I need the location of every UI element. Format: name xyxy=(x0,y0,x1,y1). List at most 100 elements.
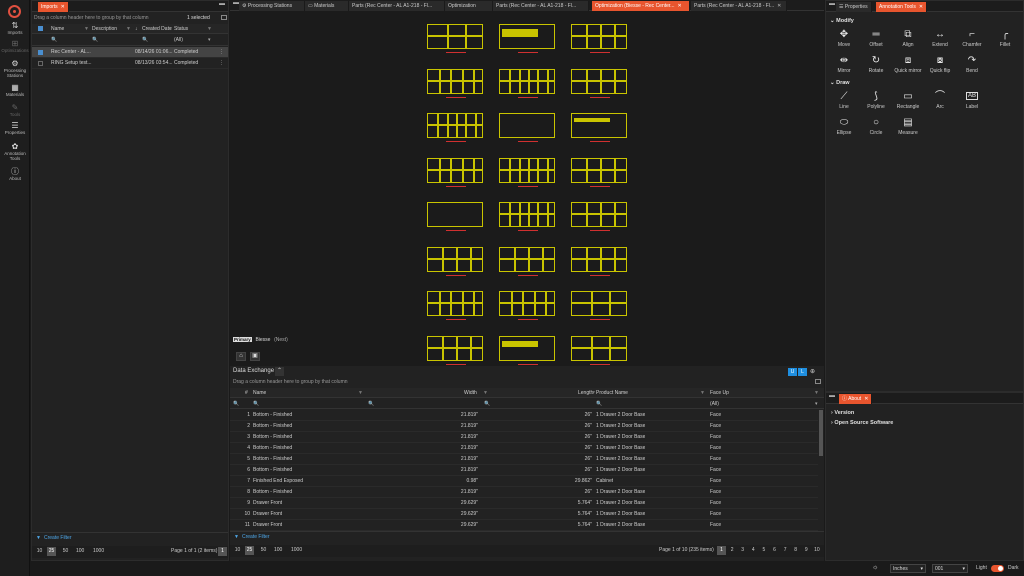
nest-sheet[interactable] xyxy=(427,113,483,142)
tab-materials[interactable]: ▭ Materials xyxy=(305,1,349,11)
table-row[interactable]: RING Setup test... 08/13/26 03:54... Com… xyxy=(32,58,228,69)
face-up-filter[interactable]: (All) xyxy=(710,399,719,409)
rail-optimizations[interactable]: ⊞ Optimizations xyxy=(0,40,30,54)
page-size-50[interactable]: 50 xyxy=(61,547,70,556)
minimize-icon[interactable]: ▬ xyxy=(219,1,225,7)
page-size-10[interactable]: 10 xyxy=(233,546,242,555)
nest-sheet[interactable] xyxy=(571,24,627,53)
tool-align[interactable]: ⧉ Align xyxy=(890,29,926,48)
rail-properties[interactable]: ☰ Properties xyxy=(0,122,30,136)
col-index[interactable]: # xyxy=(245,388,248,398)
draw-section[interactable]: ⌄ Draw xyxy=(830,80,850,86)
page-4[interactable]: 4 xyxy=(749,546,758,555)
rail-imports[interactable]: ⇅ Imports xyxy=(0,22,30,36)
nest-sheet[interactable] xyxy=(427,24,483,53)
column-chooser-icon[interactable] xyxy=(815,379,821,384)
page-size-25[interactable]: 25 xyxy=(47,547,56,556)
tool-rotate[interactable]: ↻ Rotate xyxy=(858,55,894,74)
home-icon[interactable]: ⌂ xyxy=(236,352,246,361)
nest-sheet[interactable] xyxy=(499,335,555,365)
col-description[interactable]: Description xyxy=(92,24,117,34)
imports-create-filter[interactable]: ▼ Create Filter xyxy=(32,532,228,543)
nest-sheet[interactable] xyxy=(571,246,627,276)
filter-icon[interactable]: ▼ xyxy=(207,24,212,34)
tab-annotation-tools[interactable]: Annotation Tools ✕ xyxy=(876,2,928,12)
table-row[interactable]: 2 Bottom - Finished 21.819" 26" 1 Drawer 2 D… xyxy=(230,421,818,432)
filter-icon[interactable]: ▼ xyxy=(358,388,363,398)
tool-extend[interactable]: ↔ Extend xyxy=(922,29,958,48)
nest-sheet[interactable] xyxy=(571,202,627,231)
table-row[interactable]: Rec Center - AL... 08/14/26 01:06... Com… xyxy=(32,47,228,58)
nest-sheet[interactable] xyxy=(571,113,627,142)
close-icon[interactable]: ✕ xyxy=(677,3,681,9)
page-size-1000[interactable]: 1000 xyxy=(290,546,303,555)
nest-sheet[interactable] xyxy=(499,68,555,98)
col-name[interactable]: Name xyxy=(51,24,64,34)
tool-fillet[interactable]: ╭ Fillet xyxy=(987,29,1023,48)
image-icon[interactable]: ▣ xyxy=(250,352,260,361)
table-row[interactable]: 8 Bottom - Finished 21.819" 26" 1 Drawer 2 D… xyxy=(230,487,818,498)
nest-sheet[interactable] xyxy=(499,246,555,276)
units-select[interactable]: Inches ▾ xyxy=(890,564,926,573)
nest-sheet[interactable] xyxy=(499,113,555,142)
page-size-50[interactable]: 50 xyxy=(259,546,268,555)
modify-section[interactable]: ⌄ Modify xyxy=(830,18,854,24)
tool-bend[interactable]: ↷ Bend xyxy=(954,55,990,74)
table-row[interactable]: 3 Bottom - Finished 21.819" 26" 1 Drawer 2 D… xyxy=(230,432,818,443)
search-icon[interactable]: 🔍 xyxy=(92,35,98,45)
search-icon[interactable]: 🔍 xyxy=(142,35,148,45)
nest-sheet[interactable] xyxy=(427,246,483,276)
table-row[interactable]: 9 Drawer Front 29.629" 5.764" 1 Drawer 2 Doo… xyxy=(230,498,818,509)
filter-icon[interactable]: ▼ xyxy=(700,388,705,398)
nest-sheet[interactable] xyxy=(571,291,627,320)
col-width[interactable]: Width xyxy=(464,388,477,398)
table-row[interactable]: 10 Drawer Front 29.629" 5.764" 1 Drawer 2 Do… xyxy=(230,509,818,520)
filter-icon[interactable]: ▼ xyxy=(483,388,488,398)
page-6[interactable]: 6 xyxy=(770,546,779,555)
col-status[interactable]: Status xyxy=(174,24,188,34)
rail-processing-stations[interactable]: ⚙ Processing Stations xyxy=(0,60,30,79)
tool-measure[interactable]: ▤ Measure xyxy=(890,117,926,136)
tool-quick-flip[interactable]: ⧇ Quick flip xyxy=(922,55,958,74)
about-version[interactable]: › Version xyxy=(831,410,854,416)
table-row[interactable]: 4 Bottom - Finished 21.819" 26" 1 Drawer 2 D… xyxy=(230,443,818,454)
tool-polyline[interactable]: ⟆ Polyline xyxy=(858,91,894,110)
page-2[interactable]: 2 xyxy=(728,546,737,555)
nest-sheet[interactable] xyxy=(499,157,555,187)
theme-toggle[interactable] xyxy=(991,565,1004,572)
page-1[interactable]: 1 xyxy=(218,547,227,556)
chevron-down-icon[interactable]: ▾ xyxy=(815,399,818,409)
page-10[interactable]: 10 xyxy=(812,546,821,555)
table-row[interactable]: 11 Drawer Front 29.629" 5.764" 1 Drawer 2 Do… xyxy=(230,520,818,531)
tab-about[interactable]: ⓘ About ✕ xyxy=(839,394,873,404)
filter-icon[interactable]: ▼ xyxy=(168,24,173,34)
tab-optimization[interactable]: Optimization xyxy=(445,1,493,11)
tab-parts-2[interactable]: Parts (Rec Center - AL A1-218 - Fl... xyxy=(493,1,589,11)
tool-arc[interactable]: ⌒ Arc xyxy=(922,91,958,110)
filter-icon[interactable]: ▼ xyxy=(126,24,131,34)
table-row[interactable]: 7 Finished End Exposed 0.98" 29.862" Cabinet… xyxy=(230,476,818,487)
status-filter[interactable]: (All) xyxy=(174,35,183,45)
nest-sheet[interactable] xyxy=(427,157,483,187)
tool-mirror[interactable]: ⇹ Mirror xyxy=(826,55,862,74)
nest-sheet[interactable] xyxy=(499,202,555,231)
tool-ellipse[interactable]: ⬭ Ellipse xyxy=(826,117,862,136)
filter-icon[interactable]: ▼ xyxy=(84,24,89,34)
rail-tools[interactable]: ✎ Tools xyxy=(0,104,30,118)
minimize-icon[interactable]: ▬ xyxy=(829,1,835,7)
tab-optimization-biesse[interactable]: Optimization (Biesse - Rec Center... ✕ xyxy=(592,1,690,11)
close-icon[interactable]: ✕ xyxy=(864,396,868,402)
tool-chamfer[interactable]: ⌐ Chamfer xyxy=(954,29,990,48)
nest-sheet[interactable] xyxy=(571,335,627,365)
search-icon[interactable]: 🔍 xyxy=(233,399,239,409)
nest-sheet[interactable] xyxy=(427,335,483,365)
page-5[interactable]: 5 xyxy=(759,546,768,555)
table-row[interactable]: 6 Bottom - Finished 21.819" 26" 1 Drawer 2 D… xyxy=(230,465,818,476)
nest-sheet[interactable] xyxy=(499,24,555,53)
nest-sheet[interactable] xyxy=(427,68,483,98)
table-row[interactable]: 1 Bottom - Finished 21.819" 26" 1 Drawer 2 D… xyxy=(230,410,818,421)
tab-processing-stations[interactable]: ⚙ Processing Stations xyxy=(239,1,305,11)
close-icon[interactable]: ✕ xyxy=(919,4,923,10)
tool-label[interactable]: AB Label xyxy=(954,91,990,110)
nest-sheet[interactable] xyxy=(571,68,627,98)
